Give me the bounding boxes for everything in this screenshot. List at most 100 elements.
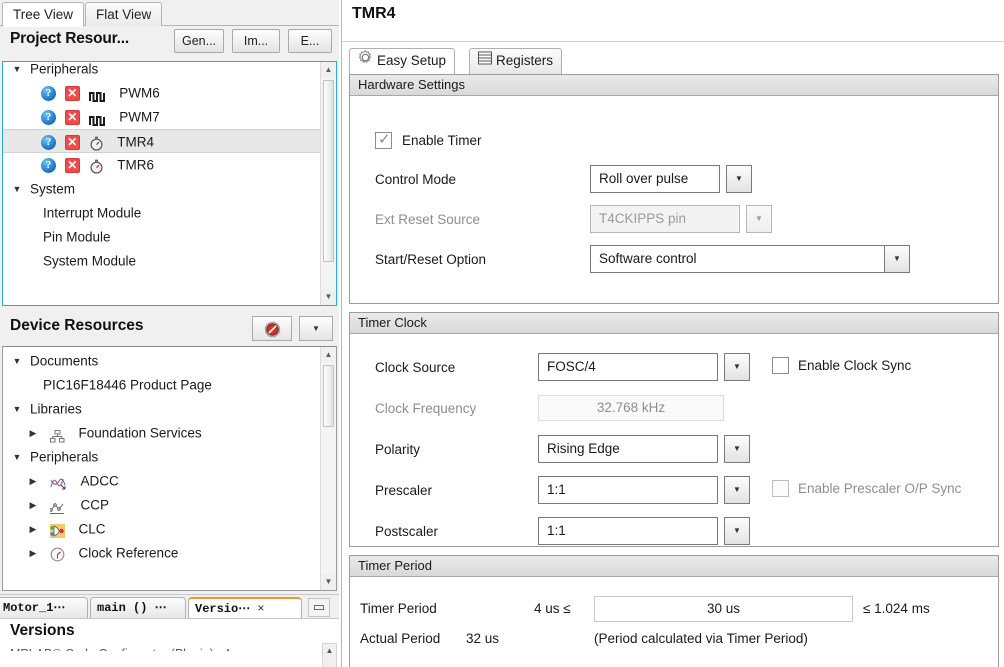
editor-tab-versions[interactable]: Versio⋯ × <box>188 597 302 619</box>
enable-prescaler-op-sync-checkbox <box>772 480 789 497</box>
collapse-twisty-icon[interactable]: ▶ <box>25 421 41 445</box>
clock-source-select[interactable]: FOSC/4 <box>538 353 718 381</box>
tree-item-interrupt-module[interactable]: Interrupt Module <box>3 201 320 225</box>
scroll-up-icon[interactable]: ▲ <box>321 347 336 363</box>
tab-label: Registers <box>496 53 554 68</box>
tree-item-adcc[interactable]: ▶ ADCC <box>3 469 320 493</box>
tree-item-peripherals[interactable]: ▼ Peripherals <box>3 62 320 81</box>
export-button[interactable]: E... <box>288 29 332 53</box>
tree-item-clc[interactable]: ▶ CLC <box>3 517 320 541</box>
tree-item-tmr6[interactable]: ? ✕ TMR6 <box>3 153 320 177</box>
scrollbar-thumb[interactable] <box>323 365 334 427</box>
help-icon[interactable]: ? <box>41 157 56 173</box>
tree-item-label: System Module <box>43 253 137 269</box>
project-tree-scrollbar[interactable]: ▲ ▼ <box>320 62 336 305</box>
device-tree-scrollbar[interactable]: ▲ ▼ <box>320 347 336 590</box>
close-icon[interactable]: × <box>257 602 264 616</box>
tree-item-peripherals[interactable]: ▼ Peripherals <box>3 445 320 469</box>
tree-item-ccp[interactable]: ▶ CCP <box>3 493 320 517</box>
collapse-twisty-icon[interactable]: ▶ <box>25 493 41 517</box>
project-resources-title: Project Resour... <box>10 30 129 47</box>
generate-button[interactable]: Gen... <box>174 29 224 53</box>
timer-period-input[interactable]: 30 us <box>594 596 853 622</box>
chevron-down-icon[interactable]: ▼ <box>724 353 750 381</box>
help-icon[interactable]: ? <box>41 109 56 125</box>
left-panel: Tree View Flat View Project Resour... Ge… <box>0 0 339 667</box>
expand-twisty-icon[interactable]: ▼ <box>9 397 25 421</box>
chevron-down-icon[interactable]: ▼ <box>724 435 750 463</box>
chevron-down-icon[interactable]: ▼ <box>724 517 750 545</box>
chevron-down-icon[interactable]: ▼ <box>884 245 910 273</box>
tree-item-tmr4[interactable]: ? ✕ TMR4 <box>3 129 320 153</box>
tab-easy-setup[interactable]: Easy Setup <box>349 48 456 74</box>
polarity-select[interactable]: Rising Edge <box>538 435 718 463</box>
enable-clock-sync-checkbox[interactable] <box>772 357 789 374</box>
timer-period-label: Timer Period <box>360 601 437 616</box>
tree-item-foundation-services[interactable]: ▶ Foundation Services <box>3 421 320 445</box>
start-reset-option-select[interactable]: Software control <box>590 245 885 273</box>
tab-registers[interactable]: Registers <box>469 48 563 74</box>
tree-item-pwm6[interactable]: ? ✕ PWM6 <box>3 81 320 105</box>
device-resources-dropdown-button[interactable]: ▼ <box>299 316 333 341</box>
tab-tree-view[interactable]: Tree View <box>2 2 85 27</box>
remove-icon[interactable]: ✕ <box>64 109 80 125</box>
control-mode-select[interactable]: Roll over pulse <box>590 165 720 193</box>
enable-prescaler-op-sync-label: Enable Prescaler O/P Sync <box>798 481 962 496</box>
tree-item-label: PWM6 <box>119 85 160 101</box>
tree-item-system-module[interactable]: System Module <box>3 249 320 273</box>
chevron-down-icon[interactable]: ▼ <box>726 165 752 193</box>
tree-item-libraries[interactable]: ▼ Libraries <box>3 397 320 421</box>
expand-twisty-icon[interactable]: ▼ <box>9 177 25 201</box>
project-resources-tree[interactable]: ▼ Peripherals ? ✕ PWM6 ? ✕ PWM7 ? ✕ TMR4… <box>2 61 337 306</box>
tree-item-documents[interactable]: ▼ Documents <box>3 349 320 373</box>
collapse-twisty-icon[interactable]: ▶ <box>25 469 41 493</box>
remove-icon[interactable]: ✕ <box>64 134 80 150</box>
pwm-icon <box>88 111 106 126</box>
expand-twisty-icon[interactable]: ▼ <box>9 445 25 469</box>
tree-item-product-page[interactable]: PIC16F18446 Product Page <box>3 373 320 397</box>
actual-period-label: Actual Period <box>360 631 441 646</box>
tree-item-label: PIC16F18446 Product Page <box>43 377 212 393</box>
expand-twisty-icon[interactable]: ▼ <box>9 62 25 81</box>
ccp-icon <box>48 499 67 514</box>
clc-icon <box>49 522 65 539</box>
help-icon[interactable]: ? <box>41 85 56 101</box>
pwm-icon <box>88 87 106 102</box>
actual-period-note: (Period calculated via Timer Period) <box>594 631 808 646</box>
tree-item-pwm7[interactable]: ? ✕ PWM7 <box>3 105 320 129</box>
hardware-settings-section: Hardware Settings Enable Timer Control M… <box>349 74 999 304</box>
registers-icon <box>478 49 492 73</box>
scroll-up-icon[interactable]: ▲ <box>321 62 336 78</box>
chevron-down-icon[interactable]: ▼ <box>724 476 750 504</box>
editor-tab-motor[interactable]: Motor_1⋯ <box>0 597 88 619</box>
expand-twisty-icon[interactable]: ▼ <box>9 349 25 373</box>
tree-item-label: CCP <box>80 497 110 513</box>
scroll-down-icon[interactable]: ▼ <box>321 289 336 305</box>
device-resources-tree[interactable]: ▼ Documents PIC16F18446 Product Page ▼ Lib… <box>2 346 337 591</box>
tree-item-label: Libraries <box>30 401 82 417</box>
prescaler-select[interactable]: 1:1 <box>538 476 718 504</box>
collapse-twisty-icon[interactable]: ▶ <box>25 517 41 541</box>
postscaler-select[interactable]: 1:1 <box>538 517 718 545</box>
tree-item-label: Pin Module <box>43 229 111 245</box>
enable-timer-checkbox[interactable] <box>375 130 392 149</box>
tree-item-pin-module[interactable]: Pin Module <box>3 225 320 249</box>
tree-item-label: Foundation Services <box>78 425 202 441</box>
scrollbar-thumb[interactable] <box>323 80 334 262</box>
editor-tab-main[interactable]: main () ⋯ <box>90 597 186 619</box>
collapse-twisty-icon[interactable]: ▶ <box>25 541 41 565</box>
versions-scrollbar[interactable]: ▲ <box>322 643 337 667</box>
tab-flat-view[interactable]: Flat View <box>85 2 163 27</box>
timer-icon <box>89 158 104 174</box>
minimize-window-button[interactable]: ▭ <box>308 598 330 617</box>
stop-button[interactable] <box>252 316 292 341</box>
import-button[interactable]: Im... <box>232 29 280 53</box>
tree-item-system[interactable]: ▼ System <box>3 177 320 201</box>
tree-item-clock-reference[interactable]: ▶ Clock Reference <box>3 541 320 565</box>
remove-icon[interactable]: ✕ <box>64 157 80 173</box>
remove-icon[interactable]: ✕ <box>64 85 80 101</box>
scroll-down-icon[interactable]: ▼ <box>321 574 336 590</box>
control-mode-label: Control Mode <box>375 172 457 187</box>
help-icon[interactable]: ? <box>41 134 56 150</box>
timer-period-header: Timer Period <box>350 556 998 577</box>
